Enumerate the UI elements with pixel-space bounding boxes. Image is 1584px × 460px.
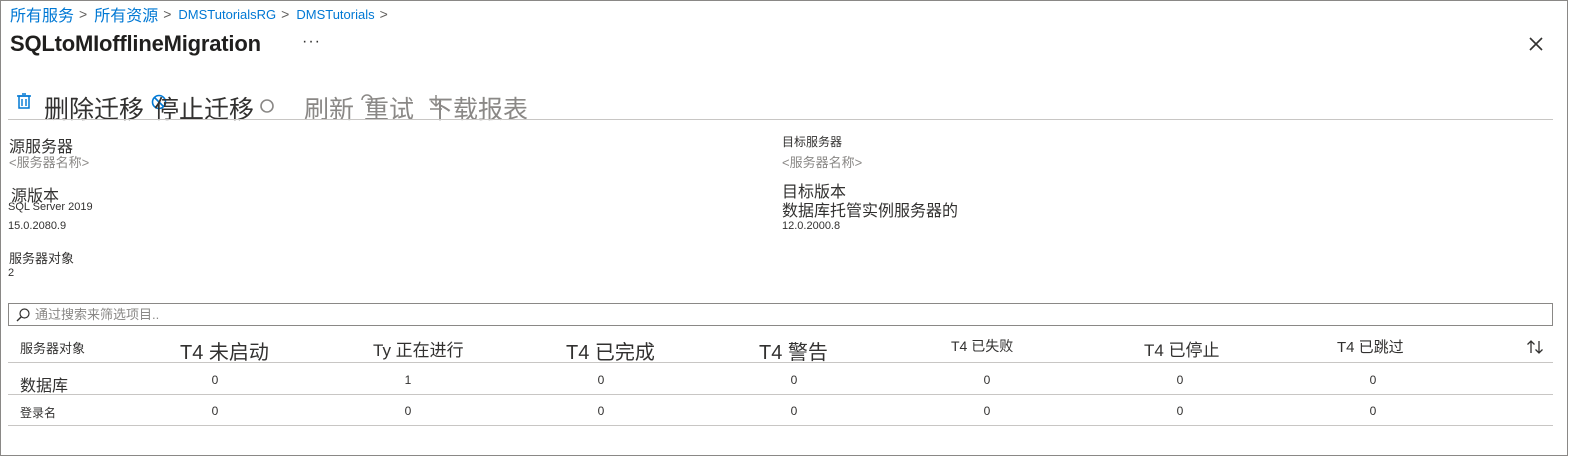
table-cell: 0 xyxy=(1176,404,1184,418)
table-cell: 0 xyxy=(597,373,605,387)
column-header-skipped[interactable]: T4 已跳过 xyxy=(1337,336,1404,357)
column-header-not-started[interactable]: T4 未启动 xyxy=(180,336,269,365)
close-icon[interactable] xyxy=(1524,32,1548,56)
search-box xyxy=(8,303,1553,326)
retry-button[interactable]: 重试 xyxy=(364,90,414,126)
breadcrumb-separator: > xyxy=(379,6,388,22)
table-cell: 0 xyxy=(404,404,412,418)
source-version-name: SQL Server 2019 xyxy=(8,201,93,213)
target-version-number: 12.0.2000.8 xyxy=(782,220,841,232)
trash-icon xyxy=(17,93,31,109)
row-label-databases[interactable]: 数据库 xyxy=(20,372,68,396)
search-icon xyxy=(16,307,30,321)
breadcrumb-all-services[interactable]: 所有服务 xyxy=(10,2,74,26)
refresh-icon xyxy=(260,99,274,113)
table-row-divider xyxy=(8,425,1553,426)
breadcrumb-separator: > xyxy=(281,6,290,22)
column-header-server-object[interactable]: 服务器对象 xyxy=(20,338,85,357)
table-cell: 0 xyxy=(790,373,798,387)
sort-icon[interactable] xyxy=(1526,339,1544,355)
breadcrumb-all-resources[interactable]: 所有资源 xyxy=(94,2,158,26)
table-cell: 0 xyxy=(1369,404,1377,418)
server-objects-value: 2 xyxy=(8,267,15,279)
stop-migration-button[interactable]: 停止迁移 xyxy=(154,90,254,126)
refresh-button[interactable]: 刷新 xyxy=(304,90,354,126)
column-header-failed[interactable]: T4 已失败 xyxy=(951,336,1013,356)
table-cell: 0 xyxy=(1176,373,1184,387)
server-objects-label: 服务器对象 xyxy=(9,251,75,266)
breadcrumb-resource-group[interactable]: DMSTutorialsRG xyxy=(178,7,276,22)
table-cell: 0 xyxy=(211,404,219,418)
table-cell: 0 xyxy=(983,404,991,418)
table-cell: 0 xyxy=(211,373,219,387)
table-row-divider xyxy=(8,394,1553,395)
delete-migration-button[interactable]: 删除迁移 xyxy=(44,90,144,126)
table-cell: 0 xyxy=(983,373,991,387)
column-header-completed[interactable]: T4 已完成 xyxy=(566,336,655,365)
column-header-warning[interactable]: T4 警告 xyxy=(759,336,828,365)
table-divider xyxy=(8,362,1553,363)
table-cell: 1 xyxy=(404,373,412,387)
breadcrumb: 所有服务 > 所有资源 > DMSTutorialsRG > DMSTutori… xyxy=(10,2,395,26)
more-options-button[interactable]: ··· xyxy=(302,33,321,51)
search-input[interactable] xyxy=(35,307,1552,322)
row-label-logins[interactable]: 登录名 xyxy=(20,404,56,421)
target-version-name: 数据库托管实例服务器的 xyxy=(782,203,959,220)
breadcrumb-separator: > xyxy=(79,6,88,22)
page-title: SQLtoMIofflineMigration xyxy=(10,31,261,56)
download-report-button[interactable]: 下载报表 xyxy=(428,90,528,126)
source-version-number: 15.0.2080.9 xyxy=(8,220,67,232)
target-server-label: 目标服务器 xyxy=(782,135,843,149)
toolbar-divider xyxy=(8,119,1553,120)
target-server-value: <服务器名称> xyxy=(782,155,863,170)
column-header-in-progress[interactable]: Ty 正在进行 xyxy=(373,336,464,361)
column-header-stopped[interactable]: T4 已停止 xyxy=(1144,336,1220,361)
source-server-value: <服务器名称> xyxy=(9,155,90,170)
table-cell: 0 xyxy=(790,404,798,418)
breadcrumb-separator: > xyxy=(163,6,172,22)
breadcrumb-service[interactable]: DMSTutorials xyxy=(296,7,374,22)
table-cell: 0 xyxy=(1369,373,1377,387)
table-cell: 0 xyxy=(597,404,605,418)
